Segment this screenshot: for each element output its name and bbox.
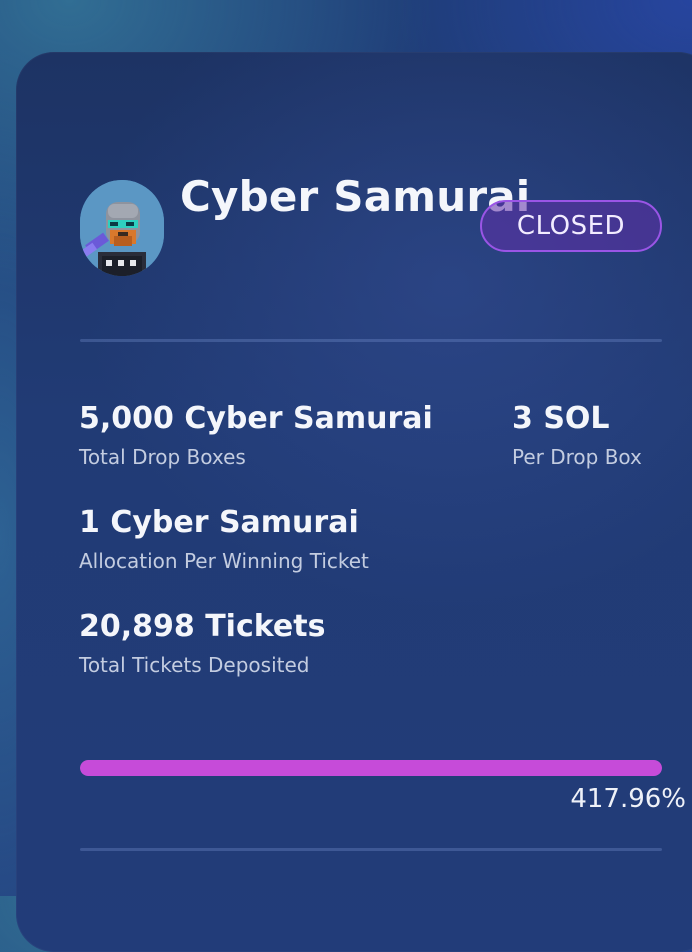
stat-value: 1 Cyber Samurai [79,505,359,540]
stat-value: 3 SOL [512,401,610,436]
stat-label: Total Tickets Deposited [79,653,310,677]
tickets-progress-bar [80,760,662,776]
stat-label: Allocation Per Winning Ticket [79,549,369,573]
stat-price-per-drop-box: 3 SOL Per Drop Box [512,401,642,469]
drop-card: Cyber Samurai CLOSED 5,000 Cyber Samurai… [16,52,692,952]
stat-value: 5,000 Cyber Samurai [79,401,433,436]
cyber-samurai-avatar-icon [80,180,164,276]
divider-top [80,339,662,342]
tickets-progress-fill [80,760,662,776]
progress-percent: 417.96% [570,784,686,814]
stat-allocation-per-ticket: 1 Cyber Samurai Allocation Per Winning T… [79,505,369,573]
collection-header: Cyber Samurai CLOSED [80,172,662,286]
divider-bottom [80,848,662,851]
status-badge: CLOSED [480,200,662,252]
stat-value: 20,898 Tickets [79,609,326,644]
stat-label: Total Drop Boxes [79,445,246,469]
collection-title: Cyber Samurai [180,172,531,221]
stat-total-tickets: 20,898 Tickets Total Tickets Deposited [79,609,325,677]
collection-avatar [80,180,164,276]
stat-label: Per Drop Box [512,445,642,469]
stat-total-drop-boxes: 5,000 Cyber Samurai Total Drop Boxes [79,401,433,469]
